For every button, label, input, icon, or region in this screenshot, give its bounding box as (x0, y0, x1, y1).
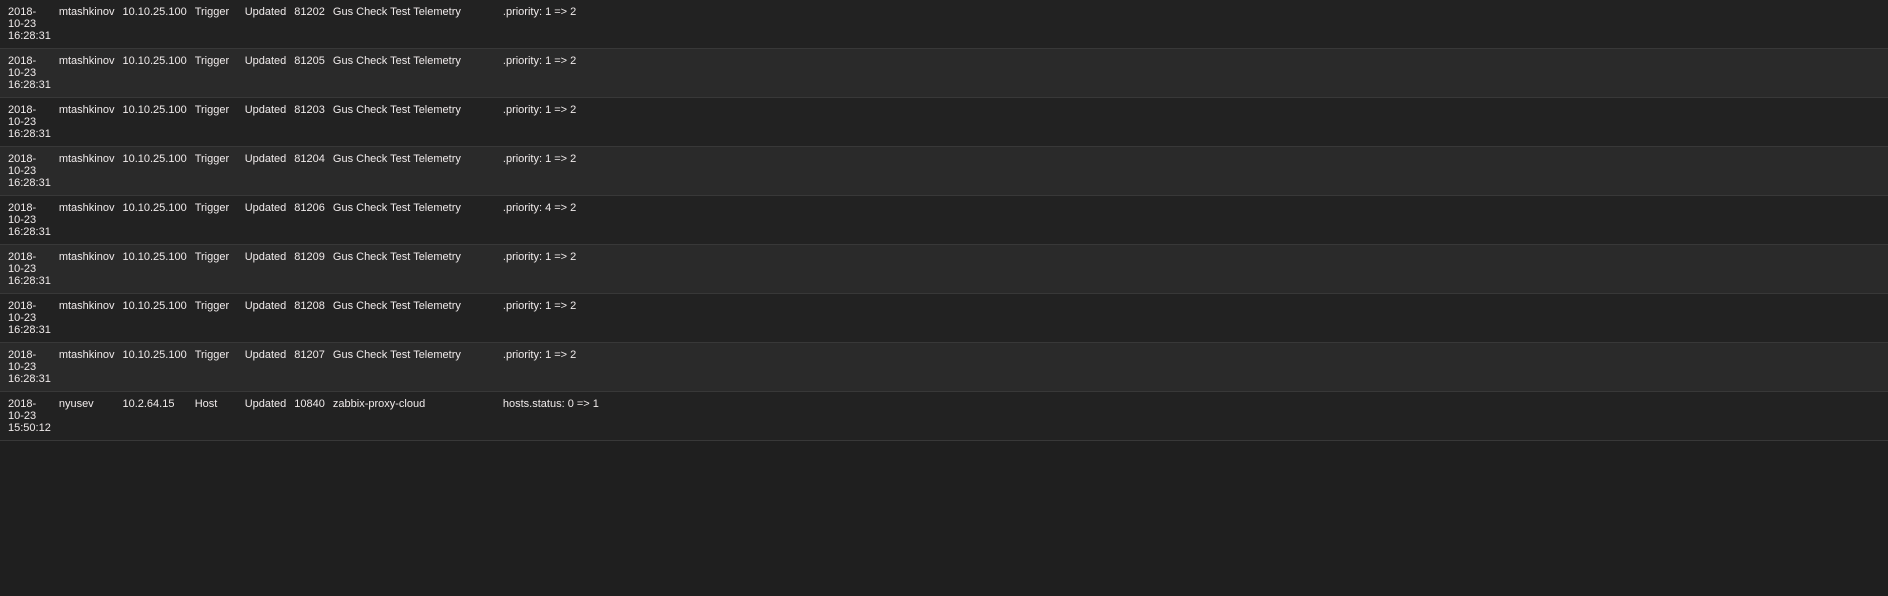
cell-ip: 10.10.25.100 (118, 49, 190, 98)
cell-details: .priority: 1 => 2 (499, 343, 1888, 392)
table-row[interactable]: 2018-10-23 16:28:31mtashkinov10.10.25.10… (0, 147, 1888, 196)
cell-description: zabbix-proxy-cloud (329, 392, 499, 441)
cell-time: 2018-10-23 16:28:31 (0, 343, 55, 392)
cell-id: 81209 (290, 245, 329, 294)
cell-id: 81205 (290, 49, 329, 98)
cell-type: Trigger (191, 147, 241, 196)
cell-time: 2018-10-23 16:28:31 (0, 98, 55, 147)
audit-log-table: 2018-10-23 16:28:31mtashkinov10.10.25.10… (0, 0, 1888, 441)
cell-description: Gus Check Test Telemetry (329, 196, 499, 245)
cell-user: mtashkinov (55, 196, 119, 245)
cell-time: 2018-10-23 16:28:31 (0, 0, 55, 49)
cell-user: mtashkinov (55, 0, 119, 49)
table-row[interactable]: 2018-10-23 16:28:31mtashkinov10.10.25.10… (0, 343, 1888, 392)
cell-type: Host (191, 392, 241, 441)
cell-user: nyusev (55, 392, 119, 441)
cell-description: Gus Check Test Telemetry (329, 0, 499, 49)
cell-description: Gus Check Test Telemetry (329, 294, 499, 343)
log-table: 2018-10-23 16:28:31mtashkinov10.10.25.10… (0, 0, 1888, 441)
cell-details: .priority: 1 => 2 (499, 0, 1888, 49)
cell-description: Gus Check Test Telemetry (329, 147, 499, 196)
cell-action: Updated (241, 0, 291, 49)
cell-details: .priority: 1 => 2 (499, 49, 1888, 98)
cell-id: 81208 (290, 294, 329, 343)
cell-details: .priority: 1 => 2 (499, 98, 1888, 147)
cell-action: Updated (241, 196, 291, 245)
cell-type: Trigger (191, 245, 241, 294)
cell-details: .priority: 4 => 2 (499, 196, 1888, 245)
cell-time: 2018-10-23 15:50:12 (0, 392, 55, 441)
table-row[interactable]: 2018-10-23 16:28:31mtashkinov10.10.25.10… (0, 245, 1888, 294)
cell-ip: 10.10.25.100 (118, 0, 190, 49)
cell-id: 81202 (290, 0, 329, 49)
cell-action: Updated (241, 245, 291, 294)
cell-time: 2018-10-23 16:28:31 (0, 245, 55, 294)
cell-description: Gus Check Test Telemetry (329, 49, 499, 98)
table-row[interactable]: 2018-10-23 16:28:31mtashkinov10.10.25.10… (0, 294, 1888, 343)
cell-user: mtashkinov (55, 49, 119, 98)
cell-id: 81203 (290, 98, 329, 147)
cell-action: Updated (241, 392, 291, 441)
cell-type: Trigger (191, 49, 241, 98)
table-row[interactable]: 2018-10-23 16:28:31mtashkinov10.10.25.10… (0, 196, 1888, 245)
table-row[interactable]: 2018-10-23 16:28:31mtashkinov10.10.25.10… (0, 0, 1888, 49)
cell-description: Gus Check Test Telemetry (329, 245, 499, 294)
cell-time: 2018-10-23 16:28:31 (0, 196, 55, 245)
cell-type: Trigger (191, 196, 241, 245)
table-row[interactable]: 2018-10-23 15:50:12nyusev10.2.64.15HostU… (0, 392, 1888, 441)
cell-details: .priority: 1 => 2 (499, 294, 1888, 343)
cell-ip: 10.2.64.15 (118, 392, 190, 441)
cell-time: 2018-10-23 16:28:31 (0, 49, 55, 98)
cell-id: 10840 (290, 392, 329, 441)
cell-user: mtashkinov (55, 343, 119, 392)
cell-user: mtashkinov (55, 147, 119, 196)
cell-time: 2018-10-23 16:28:31 (0, 147, 55, 196)
cell-description: Gus Check Test Telemetry (329, 98, 499, 147)
cell-details: hosts.status: 0 => 1 (499, 392, 1888, 441)
cell-ip: 10.10.25.100 (118, 245, 190, 294)
cell-description: Gus Check Test Telemetry (329, 343, 499, 392)
cell-action: Updated (241, 343, 291, 392)
cell-id: 81204 (290, 147, 329, 196)
cell-ip: 10.10.25.100 (118, 98, 190, 147)
cell-type: Trigger (191, 294, 241, 343)
table-row[interactable]: 2018-10-23 16:28:31mtashkinov10.10.25.10… (0, 98, 1888, 147)
cell-action: Updated (241, 147, 291, 196)
cell-ip: 10.10.25.100 (118, 343, 190, 392)
cell-action: Updated (241, 294, 291, 343)
cell-id: 81207 (290, 343, 329, 392)
cell-time: 2018-10-23 16:28:31 (0, 294, 55, 343)
cell-user: mtashkinov (55, 98, 119, 147)
cell-id: 81206 (290, 196, 329, 245)
cell-ip: 10.10.25.100 (118, 196, 190, 245)
log-table-body: 2018-10-23 16:28:31mtashkinov10.10.25.10… (0, 0, 1888, 441)
cell-user: mtashkinov (55, 294, 119, 343)
cell-type: Trigger (191, 0, 241, 49)
cell-ip: 10.10.25.100 (118, 294, 190, 343)
cell-details: .priority: 1 => 2 (499, 245, 1888, 294)
cell-ip: 10.10.25.100 (118, 147, 190, 196)
cell-type: Trigger (191, 343, 241, 392)
table-row[interactable]: 2018-10-23 16:28:31mtashkinov10.10.25.10… (0, 49, 1888, 98)
cell-type: Trigger (191, 98, 241, 147)
cell-user: mtashkinov (55, 245, 119, 294)
cell-action: Updated (241, 98, 291, 147)
cell-details: .priority: 1 => 2 (499, 147, 1888, 196)
cell-action: Updated (241, 49, 291, 98)
